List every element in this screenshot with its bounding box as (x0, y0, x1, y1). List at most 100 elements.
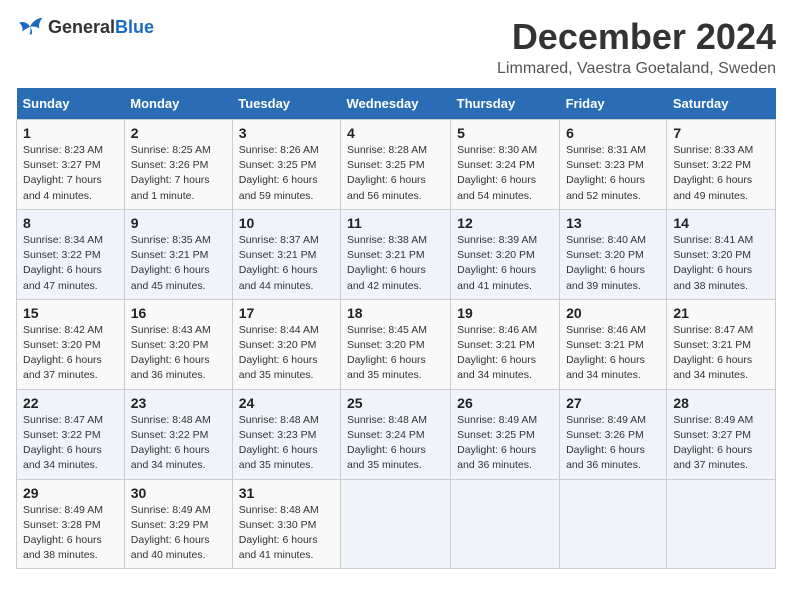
calendar-cell: 25 Sunrise: 8:48 AMSunset: 3:24 PMDaylig… (340, 389, 450, 479)
day-number: 1 (23, 125, 118, 141)
calendar-week-4: 22 Sunrise: 8:47 AMSunset: 3:22 PMDaylig… (17, 389, 776, 479)
calendar-cell: 8 Sunrise: 8:34 AMSunset: 3:22 PMDayligh… (17, 209, 125, 299)
day-info: Sunrise: 8:34 AMSunset: 3:22 PMDaylight:… (23, 234, 103, 292)
day-info: Sunrise: 8:40 AMSunset: 3:20 PMDaylight:… (566, 234, 646, 292)
calendar-cell: 17 Sunrise: 8:44 AMSunset: 3:20 PMDaylig… (232, 299, 340, 389)
calendar-cell: 12 Sunrise: 8:39 AMSunset: 3:20 PMDaylig… (451, 209, 560, 299)
calendar-cell: 4 Sunrise: 8:28 AMSunset: 3:25 PMDayligh… (340, 120, 450, 210)
calendar-cell: 19 Sunrise: 8:46 AMSunset: 3:21 PMDaylig… (451, 299, 560, 389)
day-number: 7 (673, 125, 769, 141)
day-info: Sunrise: 8:39 AMSunset: 3:20 PMDaylight:… (457, 234, 537, 292)
title-area: December 2024 Limmared, Vaestra Goetalan… (497, 16, 776, 78)
weekday-header-row: SundayMondayTuesdayWednesdayThursdayFrid… (17, 88, 776, 120)
day-info: Sunrise: 8:41 AMSunset: 3:20 PMDaylight:… (673, 234, 753, 292)
calendar-cell (451, 479, 560, 569)
calendar-cell: 10 Sunrise: 8:37 AMSunset: 3:21 PMDaylig… (232, 209, 340, 299)
day-info: Sunrise: 8:49 AMSunset: 3:27 PMDaylight:… (673, 414, 753, 472)
weekday-header-friday: Friday (560, 88, 667, 120)
weekday-header-wednesday: Wednesday (340, 88, 450, 120)
calendar-cell: 26 Sunrise: 8:49 AMSunset: 3:25 PMDaylig… (451, 389, 560, 479)
day-number: 2 (131, 125, 226, 141)
calendar-cell (560, 479, 667, 569)
day-info: Sunrise: 8:28 AMSunset: 3:25 PMDaylight:… (347, 144, 427, 202)
day-number: 20 (566, 305, 660, 321)
calendar-cell (340, 479, 450, 569)
day-info: Sunrise: 8:44 AMSunset: 3:20 PMDaylight:… (239, 324, 319, 382)
calendar-cell: 7 Sunrise: 8:33 AMSunset: 3:22 PMDayligh… (667, 120, 776, 210)
calendar-cell: 16 Sunrise: 8:43 AMSunset: 3:20 PMDaylig… (124, 299, 232, 389)
day-info: Sunrise: 8:48 AMSunset: 3:30 PMDaylight:… (239, 504, 319, 562)
calendar-week-1: 1 Sunrise: 8:23 AMSunset: 3:27 PMDayligh… (17, 120, 776, 210)
day-number: 5 (457, 125, 553, 141)
calendar-cell: 14 Sunrise: 8:41 AMSunset: 3:20 PMDaylig… (667, 209, 776, 299)
day-info: Sunrise: 8:23 AMSunset: 3:27 PMDaylight:… (23, 144, 103, 202)
day-number: 27 (566, 395, 660, 411)
calendar-cell: 1 Sunrise: 8:23 AMSunset: 3:27 PMDayligh… (17, 120, 125, 210)
calendar-cell: 15 Sunrise: 8:42 AMSunset: 3:20 PMDaylig… (17, 299, 125, 389)
logo-text: GeneralBlue (48, 17, 154, 38)
logo: GeneralBlue (16, 16, 154, 38)
calendar-cell: 24 Sunrise: 8:48 AMSunset: 3:23 PMDaylig… (232, 389, 340, 479)
calendar-week-2: 8 Sunrise: 8:34 AMSunset: 3:22 PMDayligh… (17, 209, 776, 299)
calendar-cell: 6 Sunrise: 8:31 AMSunset: 3:23 PMDayligh… (560, 120, 667, 210)
day-number: 12 (457, 215, 553, 231)
day-number: 10 (239, 215, 334, 231)
day-info: Sunrise: 8:49 AMSunset: 3:25 PMDaylight:… (457, 414, 537, 472)
location-title: Limmared, Vaestra Goetaland, Sweden (497, 60, 776, 78)
calendar-cell: 28 Sunrise: 8:49 AMSunset: 3:27 PMDaylig… (667, 389, 776, 479)
calendar-table: SundayMondayTuesdayWednesdayThursdayFrid… (16, 88, 776, 569)
day-number: 3 (239, 125, 334, 141)
day-number: 22 (23, 395, 118, 411)
day-number: 29 (23, 485, 118, 501)
calendar-cell: 2 Sunrise: 8:25 AMSunset: 3:26 PMDayligh… (124, 120, 232, 210)
logo-bird-icon (16, 16, 44, 38)
weekday-header-monday: Monday (124, 88, 232, 120)
day-info: Sunrise: 8:42 AMSunset: 3:20 PMDaylight:… (23, 324, 103, 382)
day-info: Sunrise: 8:48 AMSunset: 3:22 PMDaylight:… (131, 414, 211, 472)
day-number: 19 (457, 305, 553, 321)
calendar-cell: 13 Sunrise: 8:40 AMSunset: 3:20 PMDaylig… (560, 209, 667, 299)
day-number: 28 (673, 395, 769, 411)
calendar-cell: 29 Sunrise: 8:49 AMSunset: 3:28 PMDaylig… (17, 479, 125, 569)
day-info: Sunrise: 8:38 AMSunset: 3:21 PMDaylight:… (347, 234, 427, 292)
day-info: Sunrise: 8:48 AMSunset: 3:23 PMDaylight:… (239, 414, 319, 472)
day-number: 31 (239, 485, 334, 501)
day-number: 26 (457, 395, 553, 411)
day-number: 21 (673, 305, 769, 321)
day-number: 23 (131, 395, 226, 411)
calendar-cell: 3 Sunrise: 8:26 AMSunset: 3:25 PMDayligh… (232, 120, 340, 210)
calendar-cell: 23 Sunrise: 8:48 AMSunset: 3:22 PMDaylig… (124, 389, 232, 479)
day-info: Sunrise: 8:25 AMSunset: 3:26 PMDaylight:… (131, 144, 211, 202)
day-number: 25 (347, 395, 444, 411)
day-info: Sunrise: 8:35 AMSunset: 3:21 PMDaylight:… (131, 234, 211, 292)
day-info: Sunrise: 8:46 AMSunset: 3:21 PMDaylight:… (566, 324, 646, 382)
day-number: 16 (131, 305, 226, 321)
day-info: Sunrise: 8:37 AMSunset: 3:21 PMDaylight:… (239, 234, 319, 292)
day-info: Sunrise: 8:33 AMSunset: 3:22 PMDaylight:… (673, 144, 753, 202)
day-info: Sunrise: 8:26 AMSunset: 3:25 PMDaylight:… (239, 144, 319, 202)
calendar-cell: 20 Sunrise: 8:46 AMSunset: 3:21 PMDaylig… (560, 299, 667, 389)
calendar-cell: 9 Sunrise: 8:35 AMSunset: 3:21 PMDayligh… (124, 209, 232, 299)
day-info: Sunrise: 8:45 AMSunset: 3:20 PMDaylight:… (347, 324, 427, 382)
day-info: Sunrise: 8:48 AMSunset: 3:24 PMDaylight:… (347, 414, 427, 472)
day-info: Sunrise: 8:47 AMSunset: 3:21 PMDaylight:… (673, 324, 753, 382)
calendar-cell: 18 Sunrise: 8:45 AMSunset: 3:20 PMDaylig… (340, 299, 450, 389)
day-number: 6 (566, 125, 660, 141)
day-number: 18 (347, 305, 444, 321)
day-info: Sunrise: 8:49 AMSunset: 3:29 PMDaylight:… (131, 504, 211, 562)
day-number: 14 (673, 215, 769, 231)
day-number: 4 (347, 125, 444, 141)
weekday-header-saturday: Saturday (667, 88, 776, 120)
day-number: 30 (131, 485, 226, 501)
calendar-week-5: 29 Sunrise: 8:49 AMSunset: 3:28 PMDaylig… (17, 479, 776, 569)
weekday-header-thursday: Thursday (451, 88, 560, 120)
day-number: 13 (566, 215, 660, 231)
day-number: 8 (23, 215, 118, 231)
day-number: 15 (23, 305, 118, 321)
calendar-cell: 31 Sunrise: 8:48 AMSunset: 3:30 PMDaylig… (232, 479, 340, 569)
calendar-cell: 11 Sunrise: 8:38 AMSunset: 3:21 PMDaylig… (340, 209, 450, 299)
weekday-header-tuesday: Tuesday (232, 88, 340, 120)
day-number: 11 (347, 215, 444, 231)
calendar-cell: 30 Sunrise: 8:49 AMSunset: 3:29 PMDaylig… (124, 479, 232, 569)
calendar-body: 1 Sunrise: 8:23 AMSunset: 3:27 PMDayligh… (17, 120, 776, 569)
